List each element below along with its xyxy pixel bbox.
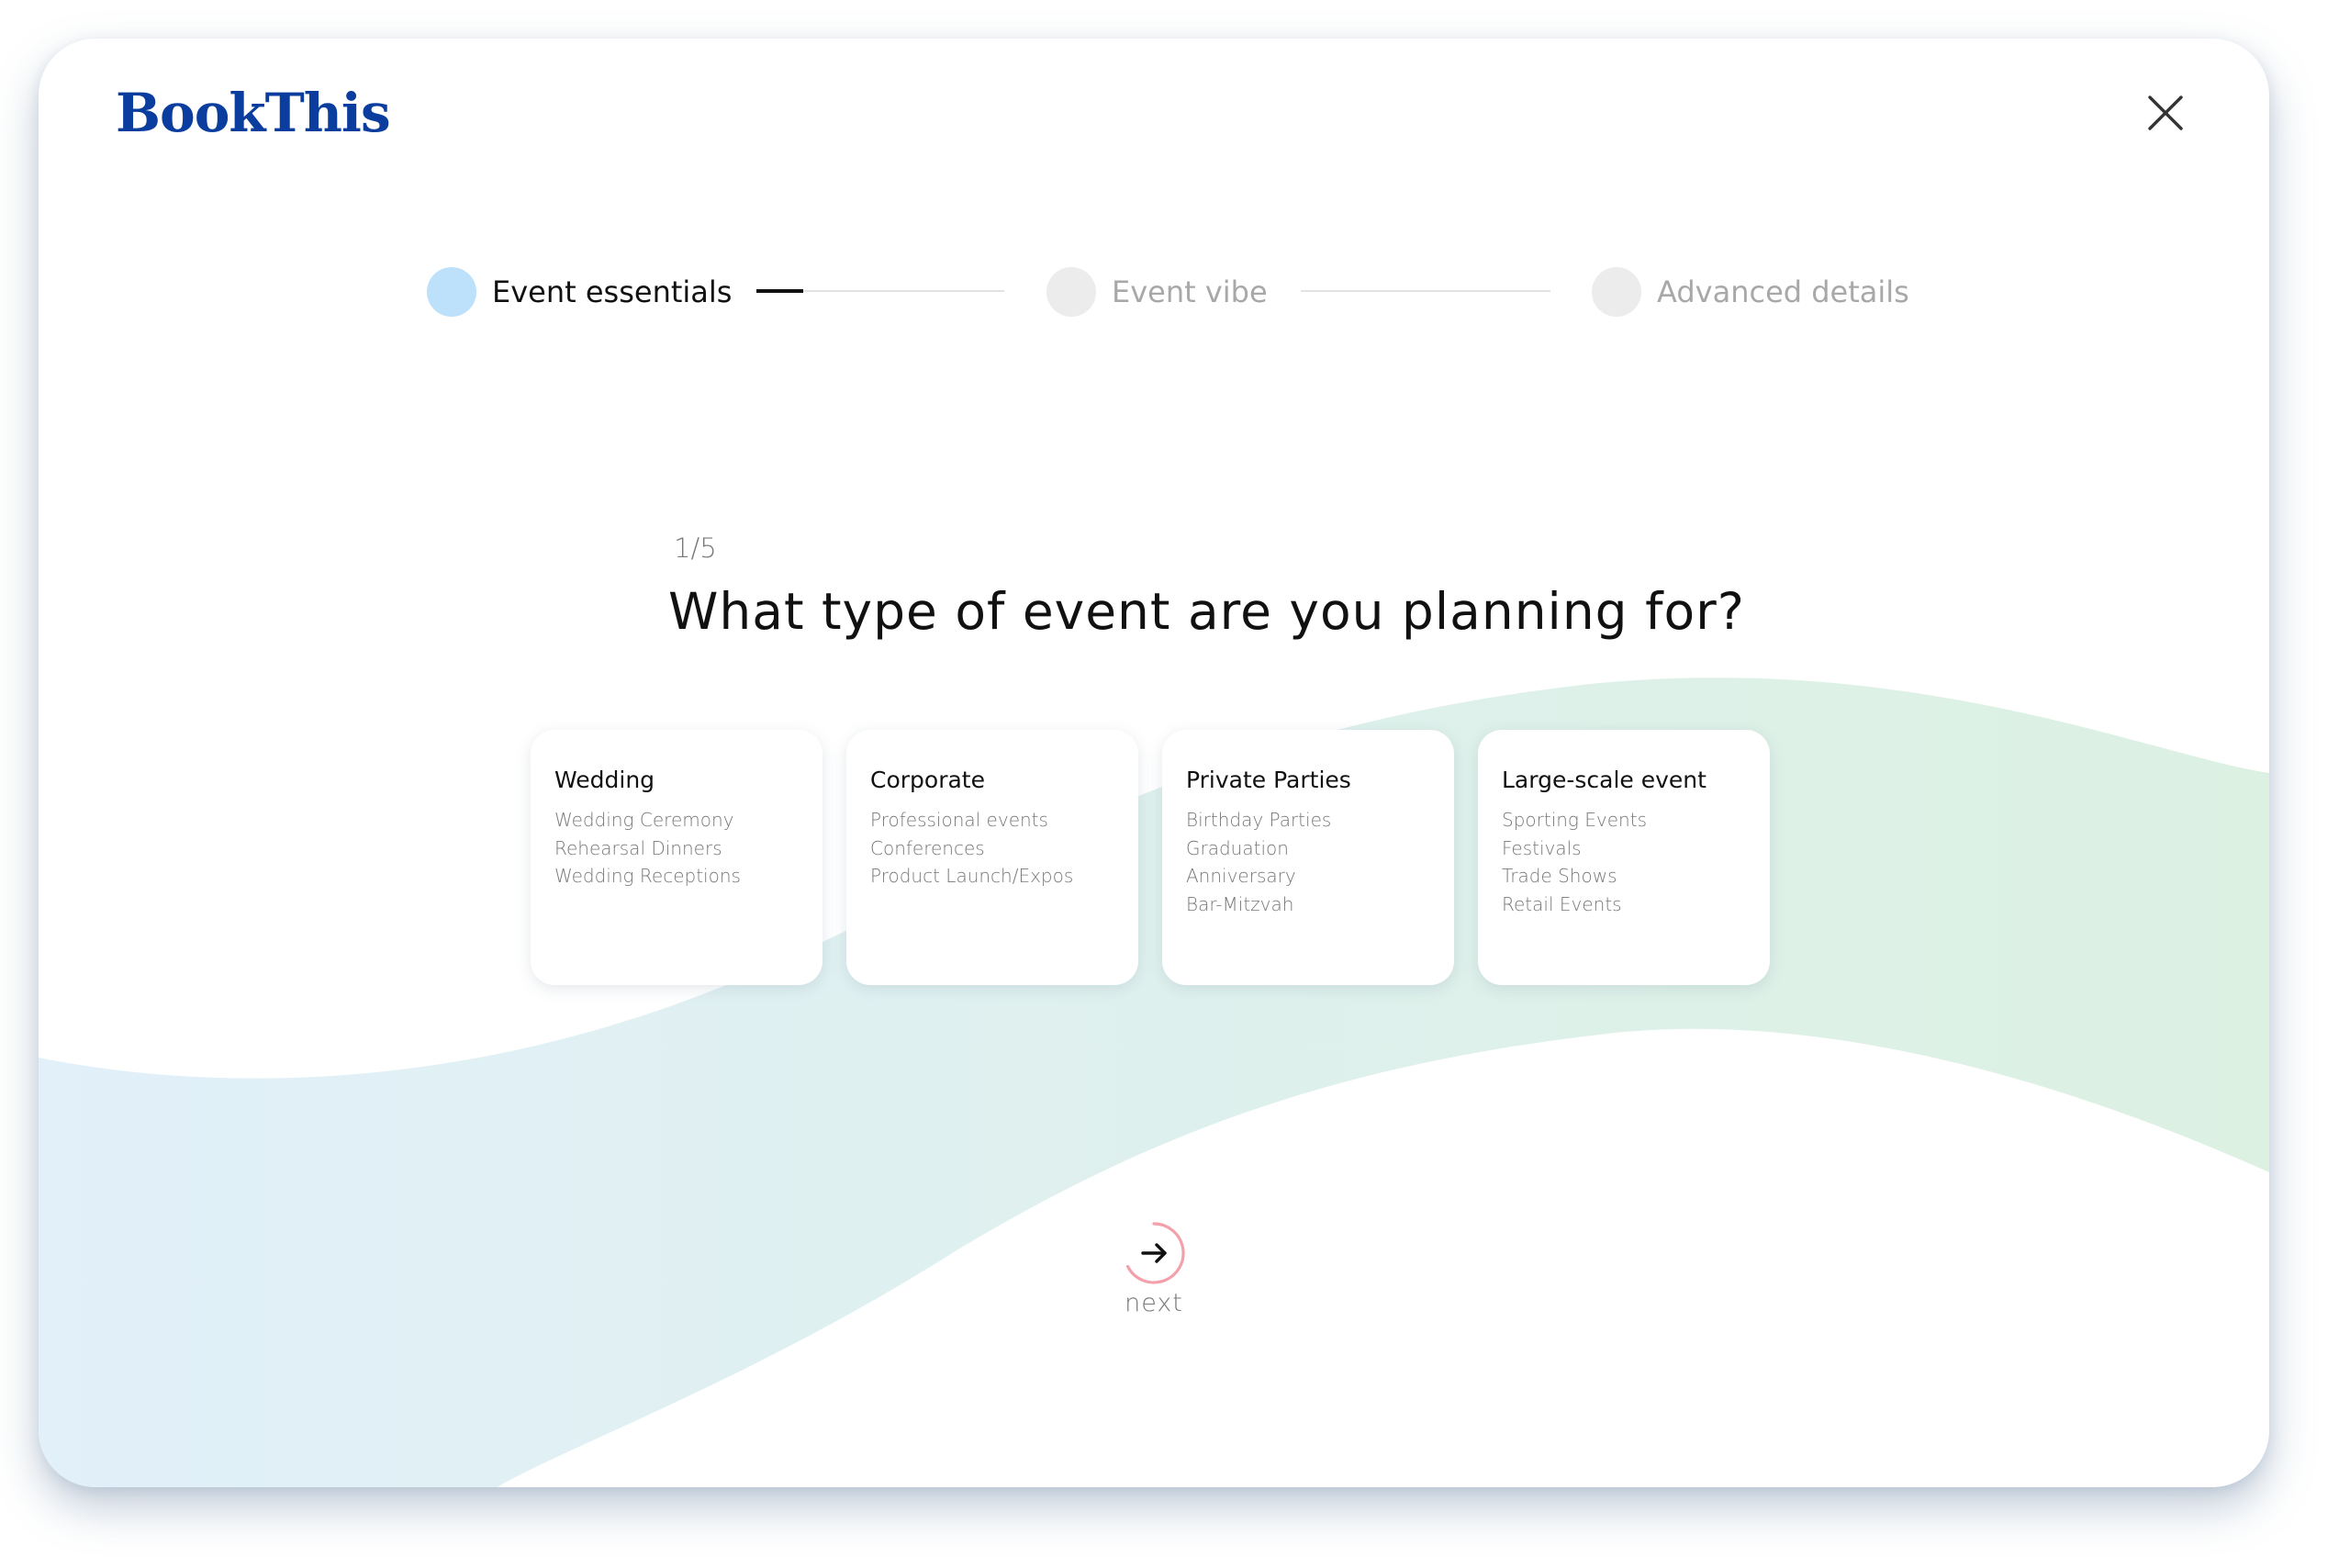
option-subitem: Birthday Parties xyxy=(1186,809,1332,831)
step-label-event-essentials[interactable]: Event essentials xyxy=(492,267,732,317)
progress-stepper: Event essentials Event vibe Advanced det… xyxy=(39,39,2269,317)
option-title: Corporate xyxy=(870,767,985,793)
option-subitem: Conferences xyxy=(870,836,985,859)
option-subitem: Bar-Mitzvah xyxy=(1186,892,1294,915)
option-subitem: Retail Events xyxy=(1502,892,1622,915)
option-subitem: Professional events xyxy=(870,809,1048,831)
option-subitem: Wedding Ceremony xyxy=(554,809,734,831)
next-button[interactable] xyxy=(1122,1221,1186,1285)
step-connector-progress xyxy=(756,289,804,293)
next-label: next xyxy=(1125,1289,1183,1317)
arrow-right-icon xyxy=(1141,1243,1167,1263)
option-subitem: Wedding Receptions xyxy=(554,865,741,887)
step-label-event-vibe[interactable]: Event vibe xyxy=(1112,267,1268,317)
option-title: Large-scale event xyxy=(1502,767,1707,793)
step-indicator-event-essentials xyxy=(427,267,476,317)
question-counter: 1/5 xyxy=(674,532,717,564)
question-title: What type of event are you planning for? xyxy=(668,582,1745,641)
option-subitem: Anniversary xyxy=(1186,865,1296,887)
option-card-private-parties[interactable]: Private Parties Birthday Parties Graduat… xyxy=(1162,730,1454,985)
step-connector-1 xyxy=(756,289,1004,293)
option-subitem: Product Launch/Expos xyxy=(870,865,1074,887)
option-title: Wedding xyxy=(554,767,655,793)
option-subitem: Trade Shows xyxy=(1502,865,1617,887)
option-card-wedding[interactable]: Wedding Wedding Ceremony Rehearsal Dinne… xyxy=(531,730,822,985)
option-card-large-scale-event[interactable]: Large-scale event Sporting Events Festiv… xyxy=(1478,730,1770,985)
option-subitem: Rehearsal Dinners xyxy=(554,836,722,859)
background-wave-shape xyxy=(39,678,2269,1487)
step-connector-2 xyxy=(1301,290,1550,292)
option-card-corporate[interactable]: Corporate Professional events Conference… xyxy=(846,730,1138,985)
option-title: Private Parties xyxy=(1186,767,1351,793)
step-indicator-event-vibe xyxy=(1046,267,1096,317)
step-indicator-advanced-details xyxy=(1592,267,1641,317)
option-subitem: Sporting Events xyxy=(1502,809,1647,831)
step-label-advanced-details[interactable]: Advanced details xyxy=(1657,267,1909,317)
option-subitem: Festivals xyxy=(1502,836,1582,859)
booking-dialog: BookThis Event essentials Event vibe Adv… xyxy=(39,39,2269,1487)
option-subitem: Graduation xyxy=(1186,836,1289,859)
next-button-ring xyxy=(1125,1222,1185,1284)
